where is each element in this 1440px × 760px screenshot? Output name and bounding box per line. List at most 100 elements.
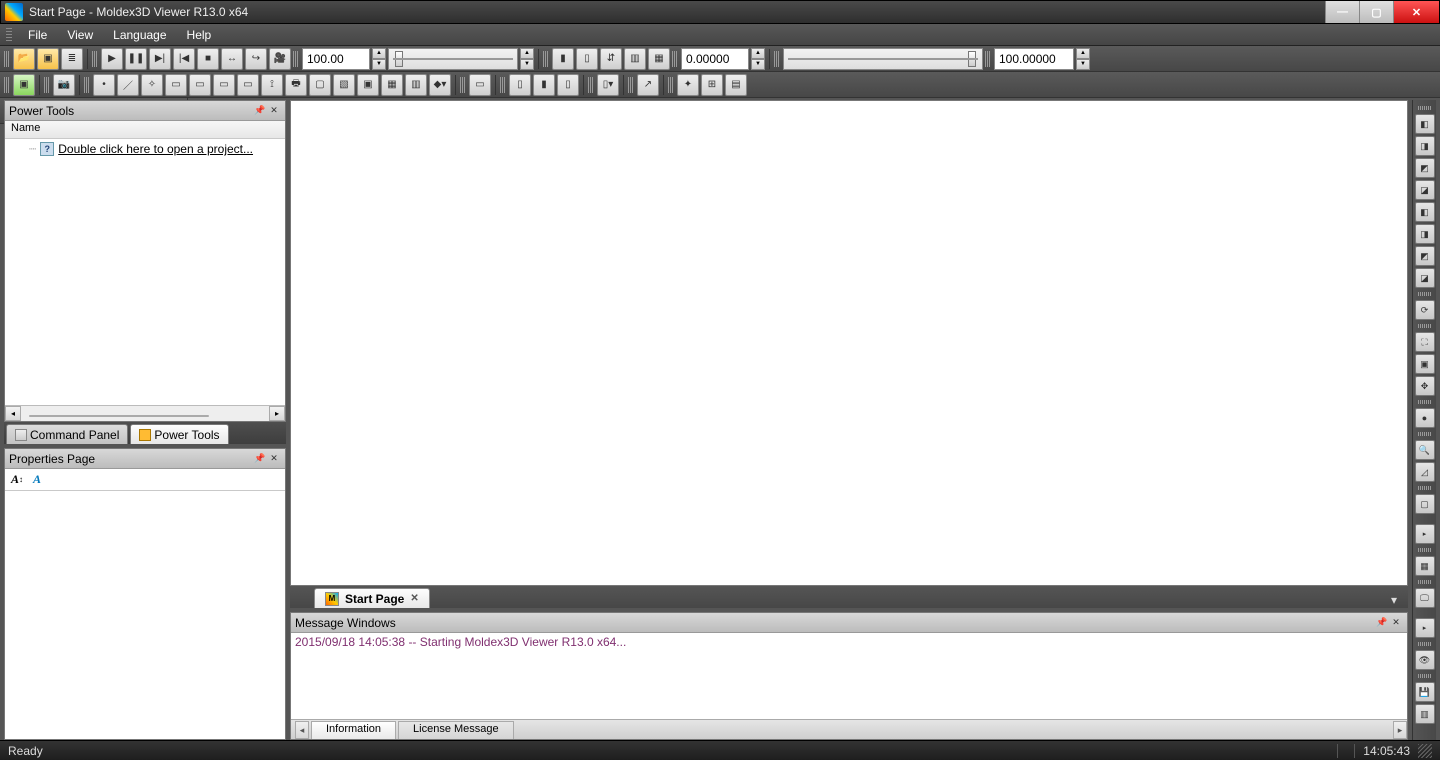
panel-close-button[interactable]: ✕	[267, 104, 281, 118]
rotate-button[interactable]: ⟳	[1415, 300, 1435, 320]
export-c-button[interactable]: ▣	[357, 74, 379, 96]
list-button[interactable]: ≣	[61, 48, 83, 70]
model-view-button[interactable]: ▣	[13, 74, 35, 96]
probe-node-button[interactable]: ✧	[141, 74, 163, 96]
skip-button[interactable]: ↪	[245, 48, 267, 70]
h-scrollbar[interactable]: ◂ ▸	[5, 405, 285, 421]
tab-command-panel[interactable]: Command Panel	[6, 424, 128, 444]
close-button[interactable]: ✕	[1393, 1, 1439, 23]
clip-value-spinner[interactable]: ▲▼	[751, 48, 765, 70]
menu-help[interactable]: Help	[177, 26, 222, 44]
top-view-button[interactable]: ◨	[1415, 224, 1435, 244]
percent-spinner[interactable]: ▲▼	[372, 48, 386, 70]
tab-power-tools[interactable]: Power Tools	[130, 424, 228, 444]
menu-language[interactable]: Language	[103, 26, 176, 44]
scroll-thumb[interactable]	[29, 415, 209, 417]
tab-license-message[interactable]: License Message	[398, 721, 514, 739]
doc-c-button[interactable]: ▭	[213, 74, 235, 96]
tab-dropdown-button[interactable]: ▾	[1386, 592, 1402, 608]
clip-box-button[interactable]: ▦	[648, 48, 670, 70]
monitor-button[interactable]: 🖵	[1415, 588, 1435, 608]
clip-max-spinner[interactable]: ▲▼	[1076, 48, 1090, 70]
msg-tab-next-button[interactable]: ▸	[1393, 721, 1407, 739]
tab-start-page[interactable]: M Start Page ✕	[314, 588, 430, 608]
probe-point-button[interactable]: •	[93, 74, 115, 96]
clip-max-input[interactable]	[994, 48, 1074, 70]
fit-button[interactable]: ⛶	[1415, 332, 1435, 352]
open-folder-button[interactable]: 📂	[13, 48, 35, 70]
axis-button[interactable]: ◿	[1415, 462, 1435, 482]
bottom-view-button[interactable]: ◩	[1415, 246, 1435, 266]
zoom-window-button[interactable]: ▣	[1415, 354, 1435, 374]
zoom-button[interactable]: 🔍	[1415, 440, 1435, 460]
spin-button[interactable]: ●	[1415, 408, 1435, 428]
window-button[interactable]: ▭	[469, 74, 491, 96]
misc-c-button[interactable]: ▤	[725, 74, 747, 96]
open-project-row[interactable]: ┈ ? Double click here to open a project.…	[5, 139, 285, 159]
menu-file[interactable]: File	[18, 26, 57, 44]
stop-button[interactable]: ■	[197, 48, 219, 70]
clip-slider[interactable]	[783, 48, 983, 70]
prev-frame-button[interactable]: |◀	[173, 48, 195, 70]
scroll-right-button[interactable]: ▸	[269, 406, 285, 421]
left-view-button[interactable]: ◪	[1415, 180, 1435, 200]
tab-close-button[interactable]: ✕	[410, 593, 418, 604]
layout-1-button[interactable]: ▯	[509, 74, 531, 96]
pause-button[interactable]: ❚❚	[125, 48, 147, 70]
measure-button[interactable]: ⟟	[261, 74, 283, 96]
panel-close-button[interactable]: ✕	[267, 452, 281, 466]
camera-snapshot-button[interactable]: 📷	[53, 74, 75, 96]
font-size-button[interactable]: A↕	[9, 472, 25, 488]
grid-button[interactable]: ▦	[1415, 556, 1435, 576]
doc-b-button[interactable]: ▭	[189, 74, 211, 96]
layout-2-button[interactable]: ▮	[533, 74, 555, 96]
clip-value-input[interactable]	[681, 48, 749, 70]
panel-pin-button[interactable]: 📌	[253, 452, 267, 466]
export-d-button[interactable]: ▦	[381, 74, 403, 96]
tri2-button[interactable]: ▸	[1415, 618, 1435, 638]
misc-a-button[interactable]: ✦	[677, 74, 699, 96]
panel-close-button[interactable]: ✕	[1389, 616, 1403, 630]
font-color-button[interactable]: A	[29, 472, 45, 488]
loop-button[interactable]: ↔	[221, 48, 243, 70]
tri-button[interactable]: ▸	[1415, 524, 1435, 544]
resize-grip-icon[interactable]	[1418, 744, 1432, 758]
box-button[interactable]: ▢	[1415, 494, 1435, 514]
minimize-button[interactable]: —	[1325, 1, 1359, 23]
iso-view-button[interactable]: ◧	[1415, 114, 1435, 134]
slider-spinner[interactable]: ▲▼	[520, 48, 534, 70]
tab-information[interactable]: Information	[311, 721, 396, 739]
front-view-button[interactable]: ◨	[1415, 136, 1435, 156]
eye-button[interactable]: 👁	[1415, 650, 1435, 670]
misc-b-button[interactable]: ⊞	[701, 74, 723, 96]
record-button[interactable]: 🎥	[269, 48, 291, 70]
open-project-link[interactable]: Double click here to open a project...	[58, 142, 253, 156]
play-button[interactable]: ▶	[101, 48, 123, 70]
panel-pin-button[interactable]: 📌	[1375, 616, 1389, 630]
msg-tab-prev-button[interactable]: ◂	[295, 721, 309, 739]
persp-view-button[interactable]: ◪	[1415, 268, 1435, 288]
animation-percent-input[interactable]	[302, 48, 370, 70]
right-view-button[interactable]: ◧	[1415, 202, 1435, 222]
move-button[interactable]: ↗	[637, 74, 659, 96]
animation-slider[interactable]	[388, 48, 518, 70]
menu-view[interactable]: View	[57, 26, 103, 44]
clip-y-button[interactable]: ▯	[576, 48, 598, 70]
clip-x-button[interactable]: ▮	[552, 48, 574, 70]
load-view-button[interactable]: ▥	[1415, 704, 1435, 724]
chart-button[interactable]: ▭	[237, 74, 259, 96]
clip-z-button[interactable]: ⇵	[600, 48, 622, 70]
next-frame-button[interactable]: ▶|	[149, 48, 171, 70]
pan-button[interactable]: ✥	[1415, 376, 1435, 396]
viewer-canvas[interactable]	[290, 100, 1408, 586]
shading-button[interactable]: ◆▾	[429, 74, 451, 96]
panel-pin-button[interactable]: 📌	[253, 104, 267, 118]
export-e-button[interactable]: ▥	[405, 74, 427, 96]
print-button[interactable]: 🖶	[285, 74, 307, 96]
layout-4-button[interactable]: ▯▾	[597, 74, 619, 96]
maximize-button[interactable]: ▢	[1359, 1, 1393, 23]
probe-line-button[interactable]: ／	[117, 74, 139, 96]
export-a-button[interactable]: ▢	[309, 74, 331, 96]
clip-section-button[interactable]: ▥	[624, 48, 646, 70]
doc-a-button[interactable]: ▭	[165, 74, 187, 96]
